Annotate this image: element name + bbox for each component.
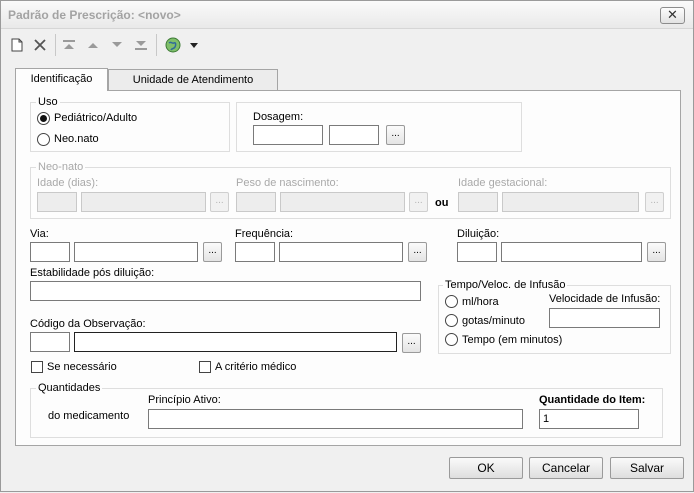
dosagem-unit-input[interactable] — [329, 125, 379, 145]
diluicao-label: Diluição: — [457, 228, 500, 240]
ml-hora-label: ml/hora — [462, 296, 499, 308]
gotas-minuto-label: gotas/minuto — [462, 315, 525, 327]
idade-gest-desc-input[interactable] — [502, 192, 639, 212]
idade-gest-code-input[interactable] — [458, 192, 498, 212]
form-content: Uso Pediátrico/Adulto Neo.nato Dosagem: … — [1, 1, 694, 493]
idade-dias-code-input[interactable] — [37, 192, 77, 212]
diluicao-code-input[interactable] — [457, 242, 497, 262]
principio-ativo-label: Princípio Ativo: — [148, 394, 221, 406]
via-code-input[interactable] — [30, 242, 70, 262]
observacao-desc-input[interactable] — [74, 332, 397, 352]
infusao-group-label: Tempo/Veloc. de Infusão — [443, 279, 568, 291]
via-lookup-button[interactable]: ... — [203, 242, 222, 262]
radio-neonato[interactable] — [37, 133, 50, 146]
observacao-code-input[interactable] — [30, 332, 70, 352]
idade-dias-desc-input[interactable] — [81, 192, 206, 212]
radio-pediatrico-adulto[interactable] — [37, 112, 50, 125]
do-medicamento-label: do medicamento — [48, 410, 130, 422]
ou-label: ou — [435, 197, 449, 209]
quantidade-item-input[interactable] — [539, 409, 639, 429]
quantidades-label: Quantidades — [36, 382, 103, 394]
via-label: Via: — [30, 228, 49, 240]
principio-ativo-input[interactable] — [148, 409, 523, 429]
uso-label: Uso — [36, 96, 60, 108]
dosagem-input[interactable] — [253, 125, 323, 145]
pediatrico-adulto-label: Pediátrico/Adulto — [54, 112, 138, 124]
dialog-window: Padrão de Prescrição: <novo> ✕ Identific… — [0, 0, 694, 492]
observacao-label: Código da Observação: — [30, 318, 146, 330]
via-desc-input[interactable] — [74, 242, 198, 262]
neonato-label: Neo.nato — [54, 133, 99, 145]
frequencia-desc-input[interactable] — [279, 242, 403, 262]
dosagem-lookup-button[interactable]: ... — [386, 125, 405, 145]
criterio-medico-checkbox[interactable] — [199, 361, 211, 373]
frequencia-lookup-button[interactable]: ... — [408, 242, 427, 262]
radio-tempo-minutos[interactable] — [445, 333, 458, 346]
observacao-lookup-button[interactable]: ... — [402, 333, 421, 353]
estabilidade-label: Estabilidade pós diluição: — [30, 267, 155, 279]
peso-code-input[interactable] — [236, 192, 276, 212]
radio-ml-hora[interactable] — [445, 295, 458, 308]
idade-dias-label: Idade (dias): — [37, 177, 99, 189]
frequencia-code-input[interactable] — [235, 242, 275, 262]
idade-gest-lookup-button[interactable]: ... — [645, 192, 664, 212]
tempo-minutos-label: Tempo (em minutos) — [462, 334, 563, 346]
peso-nascimento-label: Peso de nascimento: — [236, 177, 339, 189]
dosagem-label: Dosagem: — [253, 111, 304, 123]
peso-desc-input[interactable] — [280, 192, 405, 212]
diluicao-lookup-button[interactable]: ... — [647, 242, 666, 262]
velocidade-infusao-label: Velocidade de Infusão: — [549, 293, 661, 305]
diluicao-desc-input[interactable] — [501, 242, 642, 262]
frequencia-label: Frequência: — [235, 228, 294, 240]
quantidade-item-label: Quantidade do Item: — [539, 394, 646, 406]
idade-gestacional-label: Idade gestacional: — [458, 177, 548, 189]
se-necessario-label: Se necessário — [47, 361, 117, 373]
velocidade-infusao-input[interactable] — [549, 308, 660, 328]
se-necessario-checkbox[interactable] — [31, 361, 43, 373]
neonato-group-label: Neo-nato — [36, 161, 86, 173]
peso-lookup-button[interactable]: ... — [409, 192, 428, 212]
criterio-medico-label: A critério médico — [215, 361, 297, 373]
idade-dias-lookup-button[interactable]: ... — [210, 192, 229, 212]
estabilidade-input[interactable] — [30, 281, 421, 301]
radio-gotas-minuto[interactable] — [445, 314, 458, 327]
